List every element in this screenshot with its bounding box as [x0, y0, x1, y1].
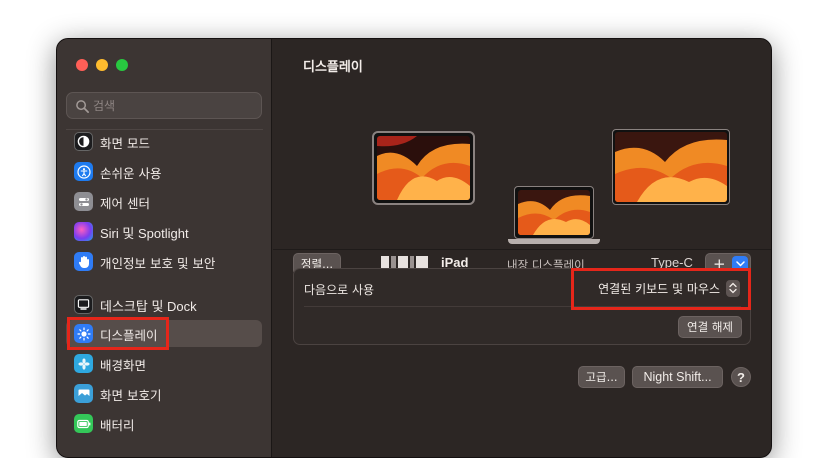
advanced-button[interactable]: 고급... — [578, 366, 625, 388]
use-as-label: 다음으로 사용 — [304, 283, 375, 297]
battery-icon — [74, 414, 93, 433]
privacy-hand-icon — [74, 252, 93, 271]
main-content: 디스플레이 iPad 내장 디스플레이 Type-C 정렬... + 다음으로 … — [273, 39, 771, 457]
ipad-wallpaper — [377, 136, 470, 200]
sidebar: 화면 모드 손쉬운 사용 제어 센터 Siri 및 Spotlight 개인정보… — [57, 39, 272, 457]
toolbar: 디스플레이 — [273, 39, 771, 89]
system-settings-window: 화면 모드 손쉬운 사용 제어 센터 Siri 및 Spotlight 개인정보… — [56, 38, 772, 458]
close-window-button[interactable] — [76, 59, 88, 71]
wallpaper-icon — [74, 354, 93, 373]
sidebar-item-battery[interactable]: 배터리 — [66, 410, 262, 437]
sidebar-item-label: 배터리 — [100, 418, 135, 433]
highlight-box-displays — [67, 317, 169, 350]
sidebar-item-accessibility[interactable]: 손쉬운 사용 — [66, 158, 262, 185]
sidebar-item-label: 제어 센터 — [100, 196, 150, 211]
sidebar-item-label: 화면 모드 — [100, 136, 150, 151]
external-display-icon[interactable] — [612, 129, 730, 205]
sidebar-item-appearance[interactable]: 화면 모드 — [66, 128, 262, 155]
sidebar-item-label: 데스크탑 및 Dock — [100, 299, 197, 314]
sidebar-item-control-center[interactable]: 제어 센터 — [66, 188, 262, 215]
ipad-display-icon[interactable] — [372, 131, 475, 205]
screensaver-icon — [74, 384, 93, 403]
sidebar-item-desktop-dock[interactable]: 데스크탑 및 Dock — [66, 291, 262, 318]
control-center-icon — [74, 192, 93, 211]
page-title: 디스플레이 — [303, 60, 363, 75]
disconnect-button[interactable]: 연결 해제 — [678, 316, 742, 338]
highlight-box-use-as — [571, 268, 751, 310]
sidebar-item-label: 개인정보 보호 및 보안 — [100, 256, 216, 271]
sidebar-item-label: 손쉬운 사용 — [100, 166, 162, 181]
appearance-icon — [74, 132, 93, 151]
night-shift-button[interactable]: Night Shift... — [632, 366, 723, 388]
divider — [273, 249, 771, 250]
sidebar-item-siri-spotlight[interactable]: Siri 및 Spotlight — [66, 218, 262, 245]
sidebar-item-label: 배경화면 — [100, 358, 147, 373]
builtin-display-icon[interactable] — [508, 182, 600, 246]
search-input[interactable] — [93, 97, 253, 115]
accessibility-icon — [74, 162, 93, 181]
help-button[interactable]: ? — [731, 367, 751, 387]
sidebar-item-label: Siri 및 Spotlight — [100, 226, 189, 241]
redacted-name — [381, 256, 428, 268]
sidebar-item-privacy-security[interactable]: 개인정보 보호 및 보안 — [66, 248, 262, 275]
search-icon — [76, 100, 89, 113]
minimize-window-button[interactable] — [96, 59, 108, 71]
sidebar-item-label: 화면 보호기 — [100, 388, 162, 403]
siri-icon — [74, 222, 93, 241]
sidebar-item-wallpaper[interactable]: 배경화면 — [66, 350, 262, 377]
desktop-dock-icon — [74, 295, 93, 314]
sidebar-item-screensaver[interactable]: 화면 보호기 — [66, 380, 262, 407]
zoom-window-button[interactable] — [116, 59, 128, 71]
display-arrangement-area: iPad 내장 디스플레이 Type-C 정렬... + — [273, 89, 771, 285]
search-field[interactable] — [66, 92, 262, 119]
